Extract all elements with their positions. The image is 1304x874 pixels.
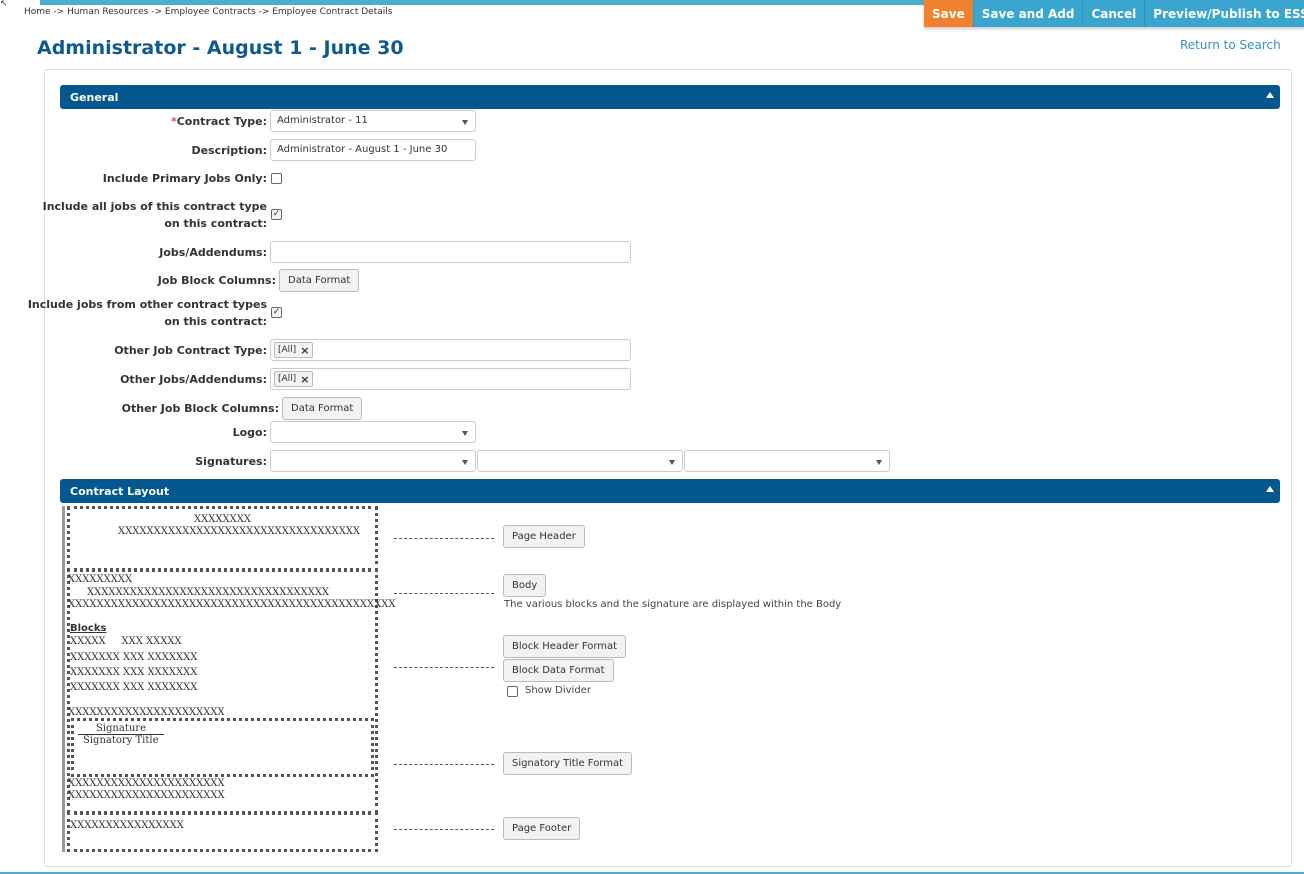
include-primary-jobs-label: Include Primary Jobs Only: — [102, 172, 267, 185]
signatures-label: Signatures: — [195, 455, 267, 468]
preview-publish-button[interactable]: Preview/Publish to ESS — [1144, 0, 1304, 27]
block-header-format-button[interactable]: Block Header Format — [503, 635, 627, 658]
include-other-types-label: Include jobs from other contract types o… — [27, 298, 267, 328]
contract-layout-section-title: Contract Layout — [70, 484, 170, 498]
other-jobs-addendums-label: Other Jobs/Addendums: — [120, 373, 267, 386]
save-button[interactable]: Save — [924, 0, 973, 27]
page-title: Administrator - August 1 - June 30 — [37, 37, 404, 59]
breadcrumb[interactable]: Home -> Human Resources -> Employee Cont… — [24, 7, 392, 17]
general-section-header[interactable]: General — [60, 85, 1280, 109]
show-divider-label: Show Divider — [525, 685, 591, 696]
contract-layout-preview: XXXXXXXX XXXXXXXXXXXXXXXXXXXXXXXXXXXXXXX… — [62, 506, 395, 852]
connector-line — [394, 764, 494, 765]
preview-body-line: XXXXXXXXX — [68, 574, 133, 585]
preview-block-header: XXXXX XXX XXXXX — [70, 636, 182, 647]
preview-body-line: XXXXXXXXXXXXXXXXXXXXXX — [68, 790, 225, 801]
logo-select[interactable] — [270, 421, 476, 443]
other-jobs-addendums-multiselect[interactable]: [All] × — [270, 368, 631, 390]
preview-block-row: XXXXXXX XXX XXXXXXX — [70, 682, 198, 693]
include-primary-jobs-checkbox[interactable] — [271, 173, 282, 184]
dropdown-arrow-icon — [462, 120, 468, 125]
preview-blocks-label: Blocks — [70, 623, 107, 634]
selected-tag: [All] × — [274, 371, 314, 387]
dropdown-arrow-icon — [876, 460, 882, 465]
remove-tag-icon[interactable]: × — [300, 374, 309, 385]
jobs-addendums-label: Jobs/Addendums: — [159, 246, 267, 259]
signature-select-3[interactable] — [684, 450, 890, 472]
selected-tag: [All] × — [274, 342, 314, 358]
preview-body-line: XXXXXXXXXXXXXXXXXXXXXX — [68, 778, 225, 789]
other-job-block-data-format-button[interactable]: Data Format — [282, 397, 363, 420]
job-block-columns-label: Job Block Columns: — [157, 274, 276, 287]
body-button[interactable]: Body — [503, 574, 547, 597]
jobs-addendums-input[interactable] — [270, 241, 631, 263]
description-input[interactable]: Administrator - August 1 - June 30 — [270, 139, 476, 161]
other-job-contract-type-label: Other Job Contract Type: — [114, 344, 267, 357]
preview-block-row: XXXXXXX XXX XXXXXXX — [70, 652, 198, 663]
include-all-jobs-checkbox[interactable]: ✓ — [271, 209, 282, 220]
dropdown-arrow-icon — [669, 460, 675, 465]
show-divider-checkbox[interactable] — [507, 686, 518, 697]
preview-body-line: XXXXXXXXXXXXXXXXXXXXXXXXXXXXXXXXXX — [87, 587, 330, 598]
connector-line — [394, 667, 494, 668]
collapse-up-icon[interactable] — [1266, 92, 1274, 98]
preview-header-line: XXXXXXXX — [194, 514, 251, 525]
logo-label: Logo: — [232, 426, 267, 439]
contract-type-label: *Contract Type: — [170, 115, 267, 128]
include-other-types-checkbox[interactable]: ✓ — [271, 307, 282, 318]
preview-body-line: XXXXXXXXXXXXXXXXXXXXXX — [68, 707, 225, 718]
connector-line — [394, 538, 494, 539]
signature-select-2[interactable] — [477, 450, 683, 472]
return-to-search-link[interactable]: Return to Search — [1180, 38, 1281, 52]
contract-layout-section-header[interactable]: Contract Layout — [60, 479, 1280, 503]
description-label: Description: — [191, 144, 267, 157]
connector-line — [394, 829, 494, 830]
save-and-add-button[interactable]: Save and Add — [972, 0, 1083, 27]
preview-signature-line: Signature — [78, 723, 164, 735]
preview-block-row: XXXXXXX XXX XXXXXXX — [70, 667, 198, 678]
block-data-format-button[interactable]: Block Data Format — [503, 659, 614, 682]
job-block-data-format-button[interactable]: Data Format — [279, 269, 360, 292]
remove-tag-icon[interactable]: × — [300, 345, 309, 356]
general-section-title: General — [70, 90, 119, 104]
other-job-contract-type-multiselect[interactable]: [All] × — [270, 339, 631, 361]
body-note: The various blocks and the signature are… — [504, 599, 842, 610]
preview-footer-line: XXXXXXXXXXXXXXXX — [70, 820, 184, 831]
preview-body-line: XXXXXXXXXXXXXXXXXXXXXXXXXXXXXXXXXXXXXXXX… — [68, 599, 396, 610]
cancel-button[interactable]: Cancel — [1082, 0, 1145, 27]
include-all-jobs-label: Include all jobs of this contract type o… — [42, 200, 267, 230]
preview-page-footer-box — [67, 812, 378, 852]
page-footer-button[interactable]: Page Footer — [503, 817, 581, 840]
preview-signatory-title: Signatory Title — [83, 735, 159, 746]
dropdown-arrow-icon — [462, 431, 468, 436]
contract-type-select[interactable]: Administrator - 11 — [270, 110, 476, 132]
dropdown-arrow-icon — [462, 460, 468, 465]
collapse-up-icon[interactable] — [1266, 486, 1274, 492]
connector-line — [394, 593, 494, 594]
page-header-button[interactable]: Page Header — [503, 525, 585, 548]
signature-select-1[interactable] — [270, 450, 476, 472]
preview-header-line: XXXXXXXXXXXXXXXXXXXXXXXXXXXXXXXXXX — [118, 526, 361, 537]
action-toolbar: Save Save and Add Cancel Preview/Publish… — [924, 0, 1304, 27]
signatory-title-format-button[interactable]: Signatory Title Format — [503, 752, 633, 775]
mouse-cursor-icon: ↖ — [0, 0, 8, 9]
other-job-block-columns-label: Other Job Block Columns: — [121, 402, 279, 415]
